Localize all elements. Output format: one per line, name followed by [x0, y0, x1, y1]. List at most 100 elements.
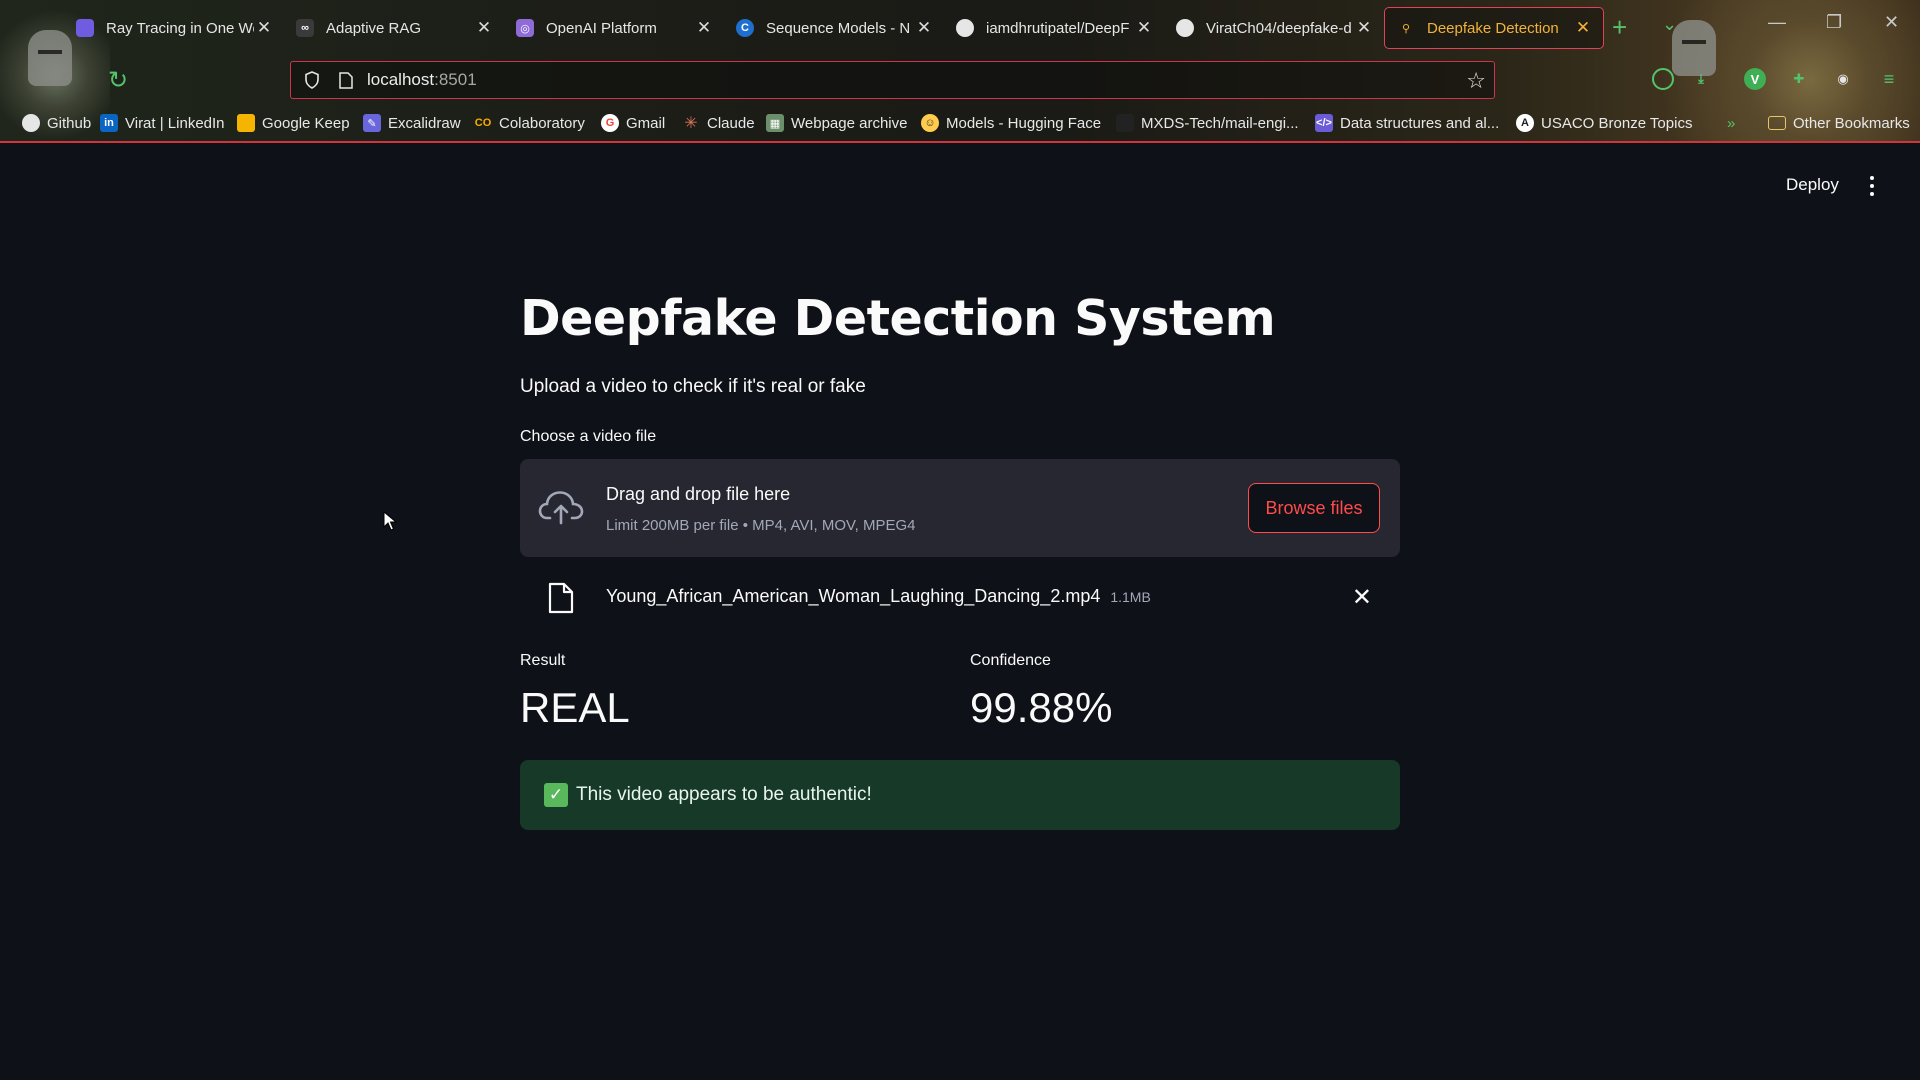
dropzone-limit-text: Limit 200MB per file • MP4, AVI, MOV, MP… — [606, 517, 916, 534]
list-all-tabs-icon[interactable]: ⌄ — [1662, 14, 1677, 35]
tab-title: Deepfake Detection — [1427, 19, 1559, 37]
streamlit-favicon-icon: ⚲ — [1401, 22, 1411, 35]
metric-value: 99.88% — [970, 684, 1113, 731]
bookmark-colaboratory[interactable]: CO Colaboratory — [474, 110, 585, 136]
bookmark-webpage-archive[interactable]: ▦ Webpage archive — [766, 110, 907, 136]
remove-file-icon[interactable]: ✕ — [1352, 583, 1372, 612]
bookmark-label: Virat | LinkedIn — [125, 114, 225, 132]
bookmark-google-keep[interactable]: Google Keep — [237, 110, 350, 136]
tab-github-deepfake-1[interactable]: iamdhrutipatel/DeepF ✕ — [944, 7, 1164, 49]
bookmark-label: Colaboratory — [499, 114, 585, 132]
tab-ray-tracing[interactable]: Ray Tracing in One We ✕ — [64, 7, 284, 49]
bookmark-label: Gmail — [626, 114, 666, 132]
extensions-puzzle-icon[interactable]: ✚ — [1788, 68, 1810, 90]
cloud-upload-icon — [538, 491, 584, 525]
minimize-icon[interactable]: — — [1768, 12, 1786, 33]
tab-openai-platform[interactable]: ◎ OpenAI Platform ✕ — [504, 7, 724, 49]
new-tab-icon[interactable]: + — [1612, 12, 1627, 43]
close-tab-icon[interactable]: ✕ — [474, 18, 494, 38]
main-content: Deepfake Detection System Upload a video… — [520, 280, 1400, 830]
address-bar[interactable]: localhost:8501 ☆ — [290, 61, 1495, 99]
extension-shield-icon[interactable] — [1652, 68, 1674, 90]
account-avatar-icon[interactable]: ◉ — [1832, 68, 1854, 90]
code-icon: </> — [1315, 114, 1333, 132]
close-tab-icon[interactable]: ✕ — [1354, 18, 1374, 38]
page-title: Deepfake Detection System — [520, 290, 1276, 347]
colab-icon: CO — [474, 117, 492, 129]
file-icon — [548, 582, 574, 614]
bookmark-label: USACO Bronze Topics — [1541, 114, 1693, 132]
tab-title: ViratCh04/deepfake-d — [1206, 19, 1352, 37]
tab-deepfake-detection[interactable]: ⚲ Deepfake Detection ✕ — [1384, 7, 1604, 49]
navigation-bar: ↻ localhost:8501 ☆ ⤓ V ✚ ◉ ≡ — [0, 58, 1920, 102]
tab-favicon-icon: C — [736, 19, 754, 37]
bookmark-linkedin[interactable]: in Virat | LinkedIn — [100, 110, 225, 136]
bookmark-excalidraw[interactable]: ✎ Excalidraw — [363, 110, 461, 136]
metric-value: REAL — [520, 684, 630, 731]
check-mark-icon: ✓ — [544, 783, 568, 807]
bookmark-label: Claude — [707, 114, 755, 132]
tab-title: Adaptive RAG — [326, 19, 422, 37]
shield-icon[interactable] — [301, 71, 323, 89]
tab-favicon-icon: ∞ — [296, 19, 314, 37]
metric-label: Confidence — [970, 652, 1051, 669]
success-alert: ✓ This video appears to be authentic! — [520, 760, 1400, 830]
tab-title: Ray Tracing in One We — [106, 19, 254, 37]
bookmark-hugging-face[interactable]: ☺ Models - Hugging Face — [921, 110, 1101, 136]
downloads-icon[interactable]: ⤓ — [1690, 68, 1712, 90]
main-menu-icon[interactable] — [1864, 176, 1880, 196]
bookmark-data-structures[interactable]: </> Data structures and al... — [1315, 110, 1499, 136]
metric-confidence: Confidence 99.88% — [970, 652, 1112, 732]
metric-result: Result REAL — [520, 652, 630, 732]
close-tab-icon[interactable]: ✕ — [1134, 18, 1154, 38]
bookmarks-overflow-icon[interactable]: » — [1727, 110, 1735, 136]
bookmark-gmail[interactable]: G Gmail — [601, 110, 665, 136]
extension-v-icon[interactable]: V — [1744, 68, 1766, 90]
close-tab-icon[interactable]: ✕ — [694, 18, 714, 38]
bookmark-github[interactable]: Github — [22, 110, 91, 136]
bookmark-label: Webpage archive — [791, 114, 908, 132]
tab-title: Sequence Models - N — [766, 19, 911, 37]
hugging-face-icon: ☺ — [921, 114, 939, 132]
browse-files-button[interactable]: Browse files — [1248, 483, 1380, 533]
page-subtitle: Upload a video to check if it's real or … — [520, 376, 866, 397]
bookmark-label: Google Keep — [262, 114, 350, 132]
uploaded-file-info: Young_African_American_Woman_Laughing_Da… — [606, 586, 1151, 607]
url-host: localhost — [367, 70, 435, 89]
tab-adaptive-rag[interactable]: ∞ Adaptive RAG ✕ — [284, 7, 504, 49]
deploy-button[interactable]: Deploy — [1786, 175, 1839, 195]
bookmark-claude[interactable]: ✳ Claude — [682, 110, 755, 136]
restore-icon[interactable]: ❐ — [1826, 12, 1842, 33]
reload-icon[interactable]: ↻ — [108, 66, 128, 95]
menu-hamburger-icon[interactable]: ≡ — [1878, 68, 1900, 90]
tab-github-deepfake-2[interactable]: ViratCh04/deepfake-d ✕ — [1164, 7, 1384, 49]
bookmarks-bar: Github in Virat | LinkedIn Google Keep ✎ E… — [0, 110, 1920, 136]
close-tab-icon[interactable]: ✕ — [1573, 18, 1593, 38]
uploaded-file-size: 1.1MB — [1110, 589, 1151, 605]
uploaded-file-name: Young_African_American_Woman_Laughing_Da… — [606, 586, 1101, 606]
tab-sequence-models[interactable]: C Sequence Models - N ✕ — [724, 7, 944, 49]
page-info-icon[interactable] — [337, 71, 355, 89]
close-window-icon[interactable]: ✕ — [1884, 12, 1899, 33]
bookmark-other-bookmarks[interactable]: Other Bookmarks — [1768, 110, 1910, 136]
bookmark-star-icon[interactable]: ☆ — [1466, 68, 1486, 94]
url-port: :8501 — [434, 70, 477, 89]
metric-label: Result — [520, 652, 566, 669]
bookmark-usaco[interactable]: A USACO Bronze Topics — [1516, 110, 1692, 136]
tab-title: iamdhrutipatel/DeepF — [986, 19, 1130, 37]
claude-icon: ✳ — [684, 115, 698, 132]
close-tab-icon[interactable]: ✕ — [914, 18, 934, 38]
folder-icon — [1768, 116, 1786, 130]
bookmark-label: MXDS-Tech/mail-engi... — [1141, 114, 1299, 132]
close-tab-icon[interactable]: ✕ — [254, 18, 274, 38]
bookmark-label: Excalidraw — [388, 114, 461, 132]
github-icon — [1176, 19, 1194, 37]
dropzone-instructions: Drag and drop file here — [606, 484, 791, 504]
alert-message: This video appears to be authentic! — [576, 784, 872, 805]
tab-favicon-icon: ◎ — [516, 19, 534, 37]
file-dropzone[interactable]: Drag and drop file here Limit 200MB per … — [520, 459, 1400, 557]
url-text: localhost:8501 — [367, 70, 477, 90]
github-icon — [1116, 114, 1134, 132]
bookmark-mxds-mail[interactable]: MXDS-Tech/mail-engi... — [1116, 110, 1299, 136]
archive-icon: ▦ — [766, 114, 784, 132]
